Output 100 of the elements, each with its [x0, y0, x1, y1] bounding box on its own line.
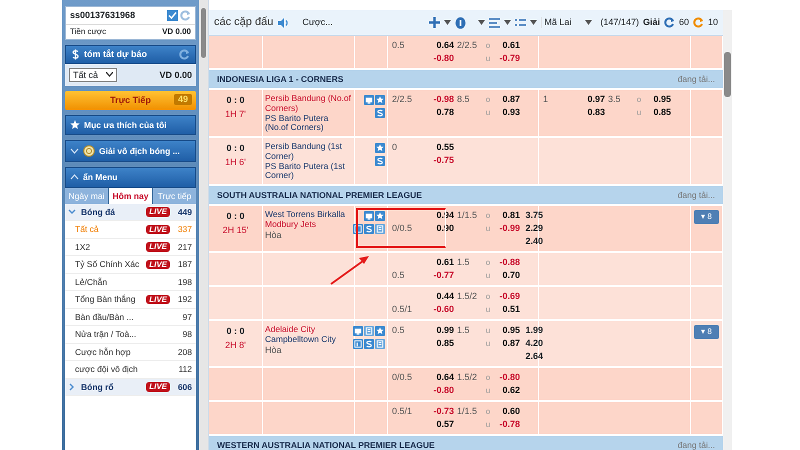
loading-status: đang tải...	[678, 440, 715, 450]
live-badge: LIVE	[146, 294, 170, 304]
over-under-mark: o	[484, 258, 492, 268]
stream-icon[interactable]	[364, 224, 374, 234]
list-icon[interactable]	[489, 18, 500, 28]
stream-icon[interactable]	[364, 339, 374, 350]
caret-icon[interactable]	[478, 20, 486, 25]
document-icon[interactable]	[375, 339, 385, 350]
odds-value: -0.69	[498, 291, 520, 302]
odds-value: 0.62	[501, 385, 520, 396]
total-line: 1.5	[456, 257, 471, 268]
speaker-icon[interactable]	[277, 16, 290, 28]
odds-value: 0.95	[652, 94, 671, 105]
refresh-icon[interactable]	[179, 48, 190, 60]
over-under-mark: o	[484, 292, 492, 302]
tv-icon[interactable]	[364, 95, 374, 105]
odds-value: 0.70	[501, 270, 520, 282]
bet-label[interactable]: Cược...	[302, 17, 333, 28]
team-name: Adelaide City	[265, 325, 316, 335]
section-header[interactable]: Giải vô địch bóng ...	[65, 140, 196, 162]
odds-value: 2.29	[524, 223, 543, 234]
odds-value: -0.77	[432, 270, 454, 282]
plus-icon[interactable]	[428, 17, 440, 28]
scrollbar-thumb[interactable]	[724, 52, 731, 97]
live-badge: LIVE	[146, 382, 170, 392]
match-score: 0 : 0	[225, 143, 246, 154]
refresh-icon[interactable]	[180, 10, 191, 21]
odds-value: 0.78	[435, 107, 454, 118]
match-time: 1H 7'	[224, 108, 247, 120]
caret-icon[interactable]	[444, 20, 451, 25]
sport-item[interactable]: Bóng đá LIVE 449	[65, 204, 196, 222]
stream-icon[interactable]	[375, 108, 385, 118]
odds-value: 1.99	[524, 325, 543, 336]
sport-item[interactable]: Bóng rổ LIVE 606	[65, 378, 196, 396]
checkbox-icon[interactable]	[166, 10, 178, 21]
summary-value: VD 0.00	[159, 70, 192, 80]
star-icon[interactable]	[375, 326, 385, 336]
handicap-line: 0.5	[392, 325, 406, 336]
tv-icon[interactable]	[353, 326, 363, 336]
odds-value: 4.20	[524, 338, 543, 350]
stats-icon[interactable]	[353, 339, 363, 350]
handicap-line: 0	[392, 142, 398, 153]
caret-icon[interactable]	[504, 20, 512, 25]
over-under-mark: u	[484, 326, 492, 336]
day-tab[interactable]: Hôm nay	[109, 188, 152, 204]
live-badge: LIVE	[146, 242, 170, 252]
odds-value: -0.98	[432, 94, 454, 105]
stream-icon[interactable]	[375, 156, 385, 166]
team-name: Persib Bandung (No.of Corners)	[265, 94, 352, 114]
total-line: 8.5	[456, 94, 471, 105]
draw-label: Hòa	[265, 230, 283, 240]
draw-label: Hòa	[265, 344, 283, 355]
section-header[interactable]: Mục ưa thích của tôi	[65, 115, 196, 136]
chevron-down-icon	[70, 148, 79, 154]
scrollbar-thumb[interactable]	[201, 8, 206, 58]
live-badge: LIVE	[146, 260, 170, 270]
tv-icon[interactable]	[364, 211, 374, 222]
refresh-count: 60	[678, 17, 689, 28]
odds-value: -0.73	[432, 406, 454, 418]
team-name: Persib Bandung (1st Corner)	[265, 142, 344, 162]
odds-value: 0.64	[435, 372, 454, 384]
filter-select[interactable]: Tất cả	[69, 68, 117, 82]
caret-icon	[584, 20, 592, 25]
expand-button[interactable]: ▾ 8	[694, 210, 719, 224]
list-icon[interactable]	[515, 18, 526, 28]
section-header[interactable]: ẩn Menu	[65, 167, 196, 188]
star-icon[interactable]	[375, 211, 385, 222]
odds-value: 0.61	[435, 257, 454, 268]
handicap-line: 0.5	[392, 270, 406, 282]
live-badge: LIVE	[146, 224, 170, 234]
over-under-mark: o	[484, 210, 492, 220]
odds-type-select[interactable]: Mã Lai	[541, 17, 592, 28]
handicap-line: 2/2.5	[392, 94, 414, 105]
expand-button[interactable]: ▾ 8	[694, 325, 719, 339]
star-icon[interactable]	[375, 95, 385, 105]
odds-value: 2.64	[524, 351, 543, 362]
trophy-icon	[83, 145, 95, 158]
over-under-mark: u	[484, 224, 492, 234]
refresh-icon[interactable]	[692, 17, 704, 28]
info-icon[interactable]	[454, 16, 466, 28]
total-line: 3.5	[607, 94, 622, 105]
handicap-line: 0.5	[392, 40, 406, 51]
caret-icon[interactable]	[530, 20, 538, 25]
caret-icon	[106, 72, 113, 78]
total-line: 1.5	[456, 325, 471, 336]
total-line: 1.5/2	[456, 291, 478, 302]
over-under-mark: u	[484, 54, 492, 64]
odds-value: 0.51	[501, 304, 520, 316]
over-under-mark: u	[484, 420, 492, 430]
refresh-icon[interactable]	[664, 17, 675, 28]
league-count: (147/147)	[600, 17, 639, 28]
match-time: 1H 6'	[224, 156, 247, 168]
odds-value: 0.83	[586, 107, 605, 118]
odds-value: 0.95	[501, 325, 520, 336]
star-icon[interactable]	[375, 143, 385, 154]
handicap-line: 0/0.5	[392, 223, 414, 234]
live-button[interactable]: Trực Tiếp 49	[65, 91, 196, 110]
document-icon[interactable]	[375, 224, 385, 234]
account-id: ss00137631968	[70, 10, 136, 21]
document-icon[interactable]	[364, 326, 374, 336]
